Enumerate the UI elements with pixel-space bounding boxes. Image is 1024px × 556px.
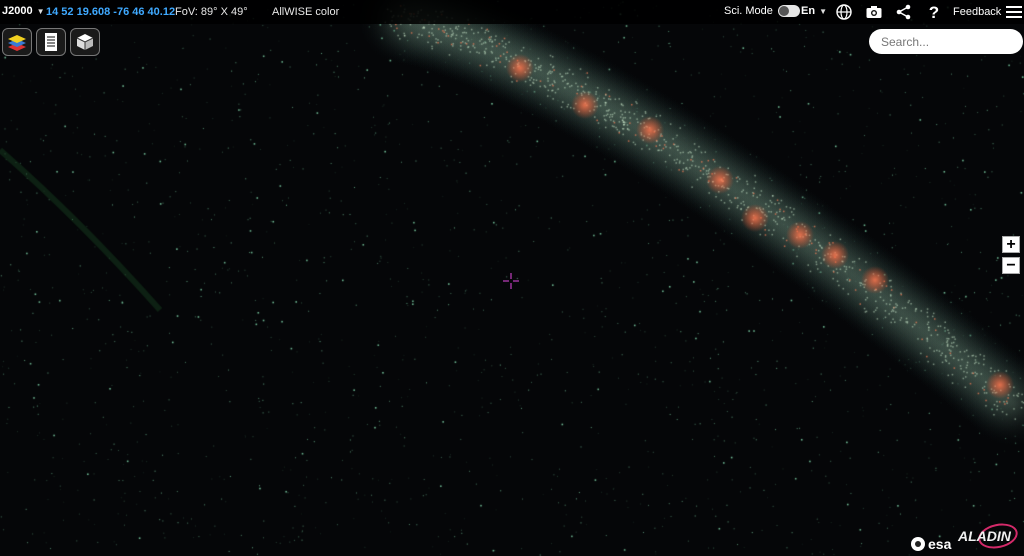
- language-label: En: [801, 5, 816, 17]
- top-bar: J2000 ▼ 14 52 19.608 -76 46 40.12 FoV: 8…: [0, 0, 1024, 24]
- zoom-out-button[interactable]: −: [1002, 257, 1020, 274]
- sci-mode-label: Sci. Mode: [724, 5, 773, 17]
- help-icon[interactable]: ?: [925, 3, 943, 21]
- svg-text:?: ?: [929, 3, 939, 21]
- chevron-down-icon: ▼: [36, 6, 45, 16]
- hamburger-menu-icon[interactable]: [1006, 4, 1022, 20]
- feedback-link[interactable]: Feedback: [953, 6, 1001, 18]
- sci-mode-toggle[interactable]: Sci. Mode: [724, 5, 800, 17]
- chevron-down-icon: ▼: [819, 6, 827, 16]
- survey-name: AllWISE color: [272, 6, 340, 18]
- cube-icon: [76, 34, 94, 50]
- esa-logo-text: esa: [928, 536, 952, 552]
- layers-icon: [8, 35, 26, 51]
- toggle-switch[interactable]: [777, 5, 800, 17]
- 3d-view-button[interactable]: [70, 28, 100, 56]
- esa-logo: esa: [911, 536, 951, 552]
- share-icon[interactable]: [895, 3, 913, 21]
- catalog-list-button[interactable]: [36, 28, 66, 56]
- toggle-knob: [778, 6, 789, 16]
- search-input[interactable]: [869, 29, 1023, 54]
- language-selector[interactable]: En ▼: [801, 5, 827, 17]
- esa-logo-icon: [911, 537, 925, 551]
- aladin-logo: ALADIN: [958, 528, 1011, 544]
- frame-label: J2000: [2, 5, 33, 17]
- frame-selector[interactable]: J2000 ▼: [2, 5, 45, 17]
- zoom-in-button[interactable]: +: [1002, 236, 1020, 253]
- layers-button[interactable]: [2, 28, 32, 56]
- fov-readout: FoV: 89° X 49°: [175, 6, 248, 18]
- catalog-list-icon: [45, 33, 57, 51]
- coordinates-readout[interactable]: 14 52 19.608 -76 46 40.12: [46, 6, 175, 18]
- center-reticle-icon: [503, 273, 519, 289]
- camera-icon[interactable]: [865, 3, 883, 21]
- globe-icon[interactable]: [835, 3, 853, 21]
